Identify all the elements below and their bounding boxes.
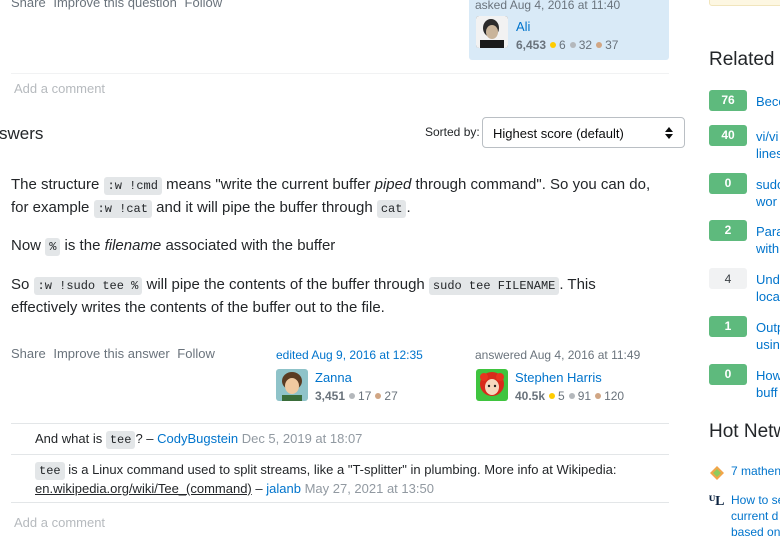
- gold-badge-icon: [549, 393, 556, 400]
- share-answer-link[interactable]: Share: [11, 346, 46, 361]
- inline-code: tee: [105, 431, 136, 449]
- hot-question-link[interactable]: 7 mathen: [731, 464, 780, 478]
- related-question-link[interactable]: Und loca: [756, 271, 780, 305]
- author-reputation: 40.5k 5 91 120: [515, 389, 625, 403]
- site-icon-unix: ᵁL: [709, 494, 725, 509]
- share-question-link[interactable]: Share: [11, 0, 46, 10]
- gold-badge-icon: [550, 42, 557, 49]
- related-question-link[interactable]: sudowor: [756, 176, 780, 210]
- comment-date: May 27, 2021 at 13:50: [304, 481, 434, 496]
- asker-avatar-image: [476, 16, 508, 48]
- follow-question-link[interactable]: Follow: [185, 0, 223, 10]
- comments-top-divider: [11, 423, 669, 424]
- editor-reputation: 3,451 17 27: [315, 389, 398, 403]
- answer-paragraph-3: So :w !sudo tee % will pipe the contents…: [11, 276, 596, 316]
- site-icon-math: [710, 466, 724, 480]
- editor-avatar-image: [276, 369, 308, 401]
- comment-user-link[interactable]: CodyBugstein: [157, 431, 238, 446]
- answer-menu: Share Improve this answer Follow: [11, 346, 215, 361]
- author-name[interactable]: Stephen Harris: [515, 370, 602, 385]
- follow-answer-link[interactable]: Follow: [177, 346, 215, 361]
- question-menu: Share Improve this question Follow: [11, 0, 222, 11]
- author-avatar[interactable]: [476, 369, 508, 401]
- related-vote-count: 0: [709, 173, 747, 194]
- inline-code: :w !cmd: [103, 177, 162, 195]
- hot-question-link[interactable]: How to se current d based on: [731, 492, 780, 536]
- comment-date: Dec 5, 2019 at 18:07: [241, 431, 363, 446]
- add-comment-link-question[interactable]: Add a comment: [14, 81, 105, 96]
- sort-label: Sorted by:: [425, 125, 480, 139]
- related-heading: Related: [709, 49, 775, 70]
- improve-question-link[interactable]: Improve this question: [53, 0, 177, 10]
- related-question-link[interactable]: vi/vi lines: [756, 128, 780, 162]
- asker-reputation: 6,453 6 32 37: [516, 38, 619, 52]
- bronze-badge-icon: [375, 393, 382, 400]
- editor-name[interactable]: Zanna: [315, 370, 352, 385]
- related-question-link[interactable]: How buff: [756, 367, 780, 401]
- related-vote-count: 4: [709, 268, 747, 289]
- asker-avatar[interactable]: [476, 16, 508, 48]
- comments-bottom-divider: [11, 502, 669, 503]
- inline-code: %: [45, 238, 61, 256]
- silver-badge-icon: [569, 42, 576, 49]
- comment-2: tee is a Linux command used to split str…: [35, 462, 617, 496]
- related-vote-count: 76: [709, 90, 747, 111]
- related-vote-count: 40: [709, 125, 747, 146]
- answers-heading: swers: [0, 124, 44, 143]
- author-card: answered Aug 4, 2016 at 11:49 Stephen Ha…: [469, 343, 669, 405]
- related-vote-count: 1: [709, 316, 747, 337]
- bronze-badge-icon: [595, 393, 602, 400]
- answer-paragraph-2: Now % is the filename associated with th…: [11, 237, 336, 256]
- inline-code: sudo tee FILENAME: [428, 277, 560, 295]
- editor-card: edited Aug 9, 2016 at 12:35 Zanna 3,451 1…: [270, 343, 460, 405]
- sort-chevron-icon: [665, 127, 673, 139]
- add-comment-link-answer[interactable]: Add a comment: [14, 515, 105, 530]
- related-question-link[interactable]: Beco: [756, 93, 780, 110]
- comment-divider: [11, 454, 669, 455]
- wikipedia-link[interactable]: en.wikipedia.org/wiki/Tee_(command): [35, 481, 252, 496]
- related-question-link[interactable]: Para with: [756, 223, 780, 257]
- comment-user-link[interactable]: jalanb: [266, 481, 301, 496]
- answer-paragraph-1: The structure :w !cmd means "write the c…: [11, 176, 651, 218]
- asker-name[interactable]: Ali: [516, 19, 530, 34]
- hot-network-heading: Hot Netw: [709, 421, 780, 442]
- related-question-link[interactable]: Outpusin: [756, 319, 780, 353]
- inline-code: :w !cat: [93, 200, 152, 218]
- inline-code: cat: [376, 200, 407, 218]
- editor-avatar[interactable]: [276, 369, 308, 401]
- asker-card: asked Aug 4, 2016 at 11:40 Ali 6,453 6 32 3…: [469, 0, 669, 60]
- silver-badge-icon: [349, 393, 356, 400]
- inline-code: :w !sudo tee %: [33, 277, 143, 295]
- answered-timestamp: answered Aug 4, 2016 at 11:49: [475, 348, 641, 362]
- related-vote-count: 0: [709, 364, 747, 385]
- improve-answer-link[interactable]: Improve this answer: [53, 346, 169, 361]
- asked-timestamp: asked Aug 4, 2016 at 11:40: [475, 0, 621, 12]
- inline-code: tee: [35, 462, 65, 480]
- sort-select[interactable]: Highest score (default): [482, 117, 685, 148]
- notice-box-edge: [709, 0, 780, 6]
- bronze-badge-icon: [596, 42, 603, 49]
- sort-select-value: Highest score (default): [493, 126, 624, 141]
- edited-timestamp[interactable]: edited Aug 9, 2016 at 12:35: [276, 348, 423, 362]
- comments-divider: [11, 73, 669, 74]
- comment-1: And what is tee? – CodyBugstein Dec 5, 2…: [35, 431, 363, 449]
- silver-badge-icon: [568, 393, 575, 400]
- related-vote-count: 2: [709, 220, 747, 241]
- author-avatar-image: [476, 369, 508, 401]
